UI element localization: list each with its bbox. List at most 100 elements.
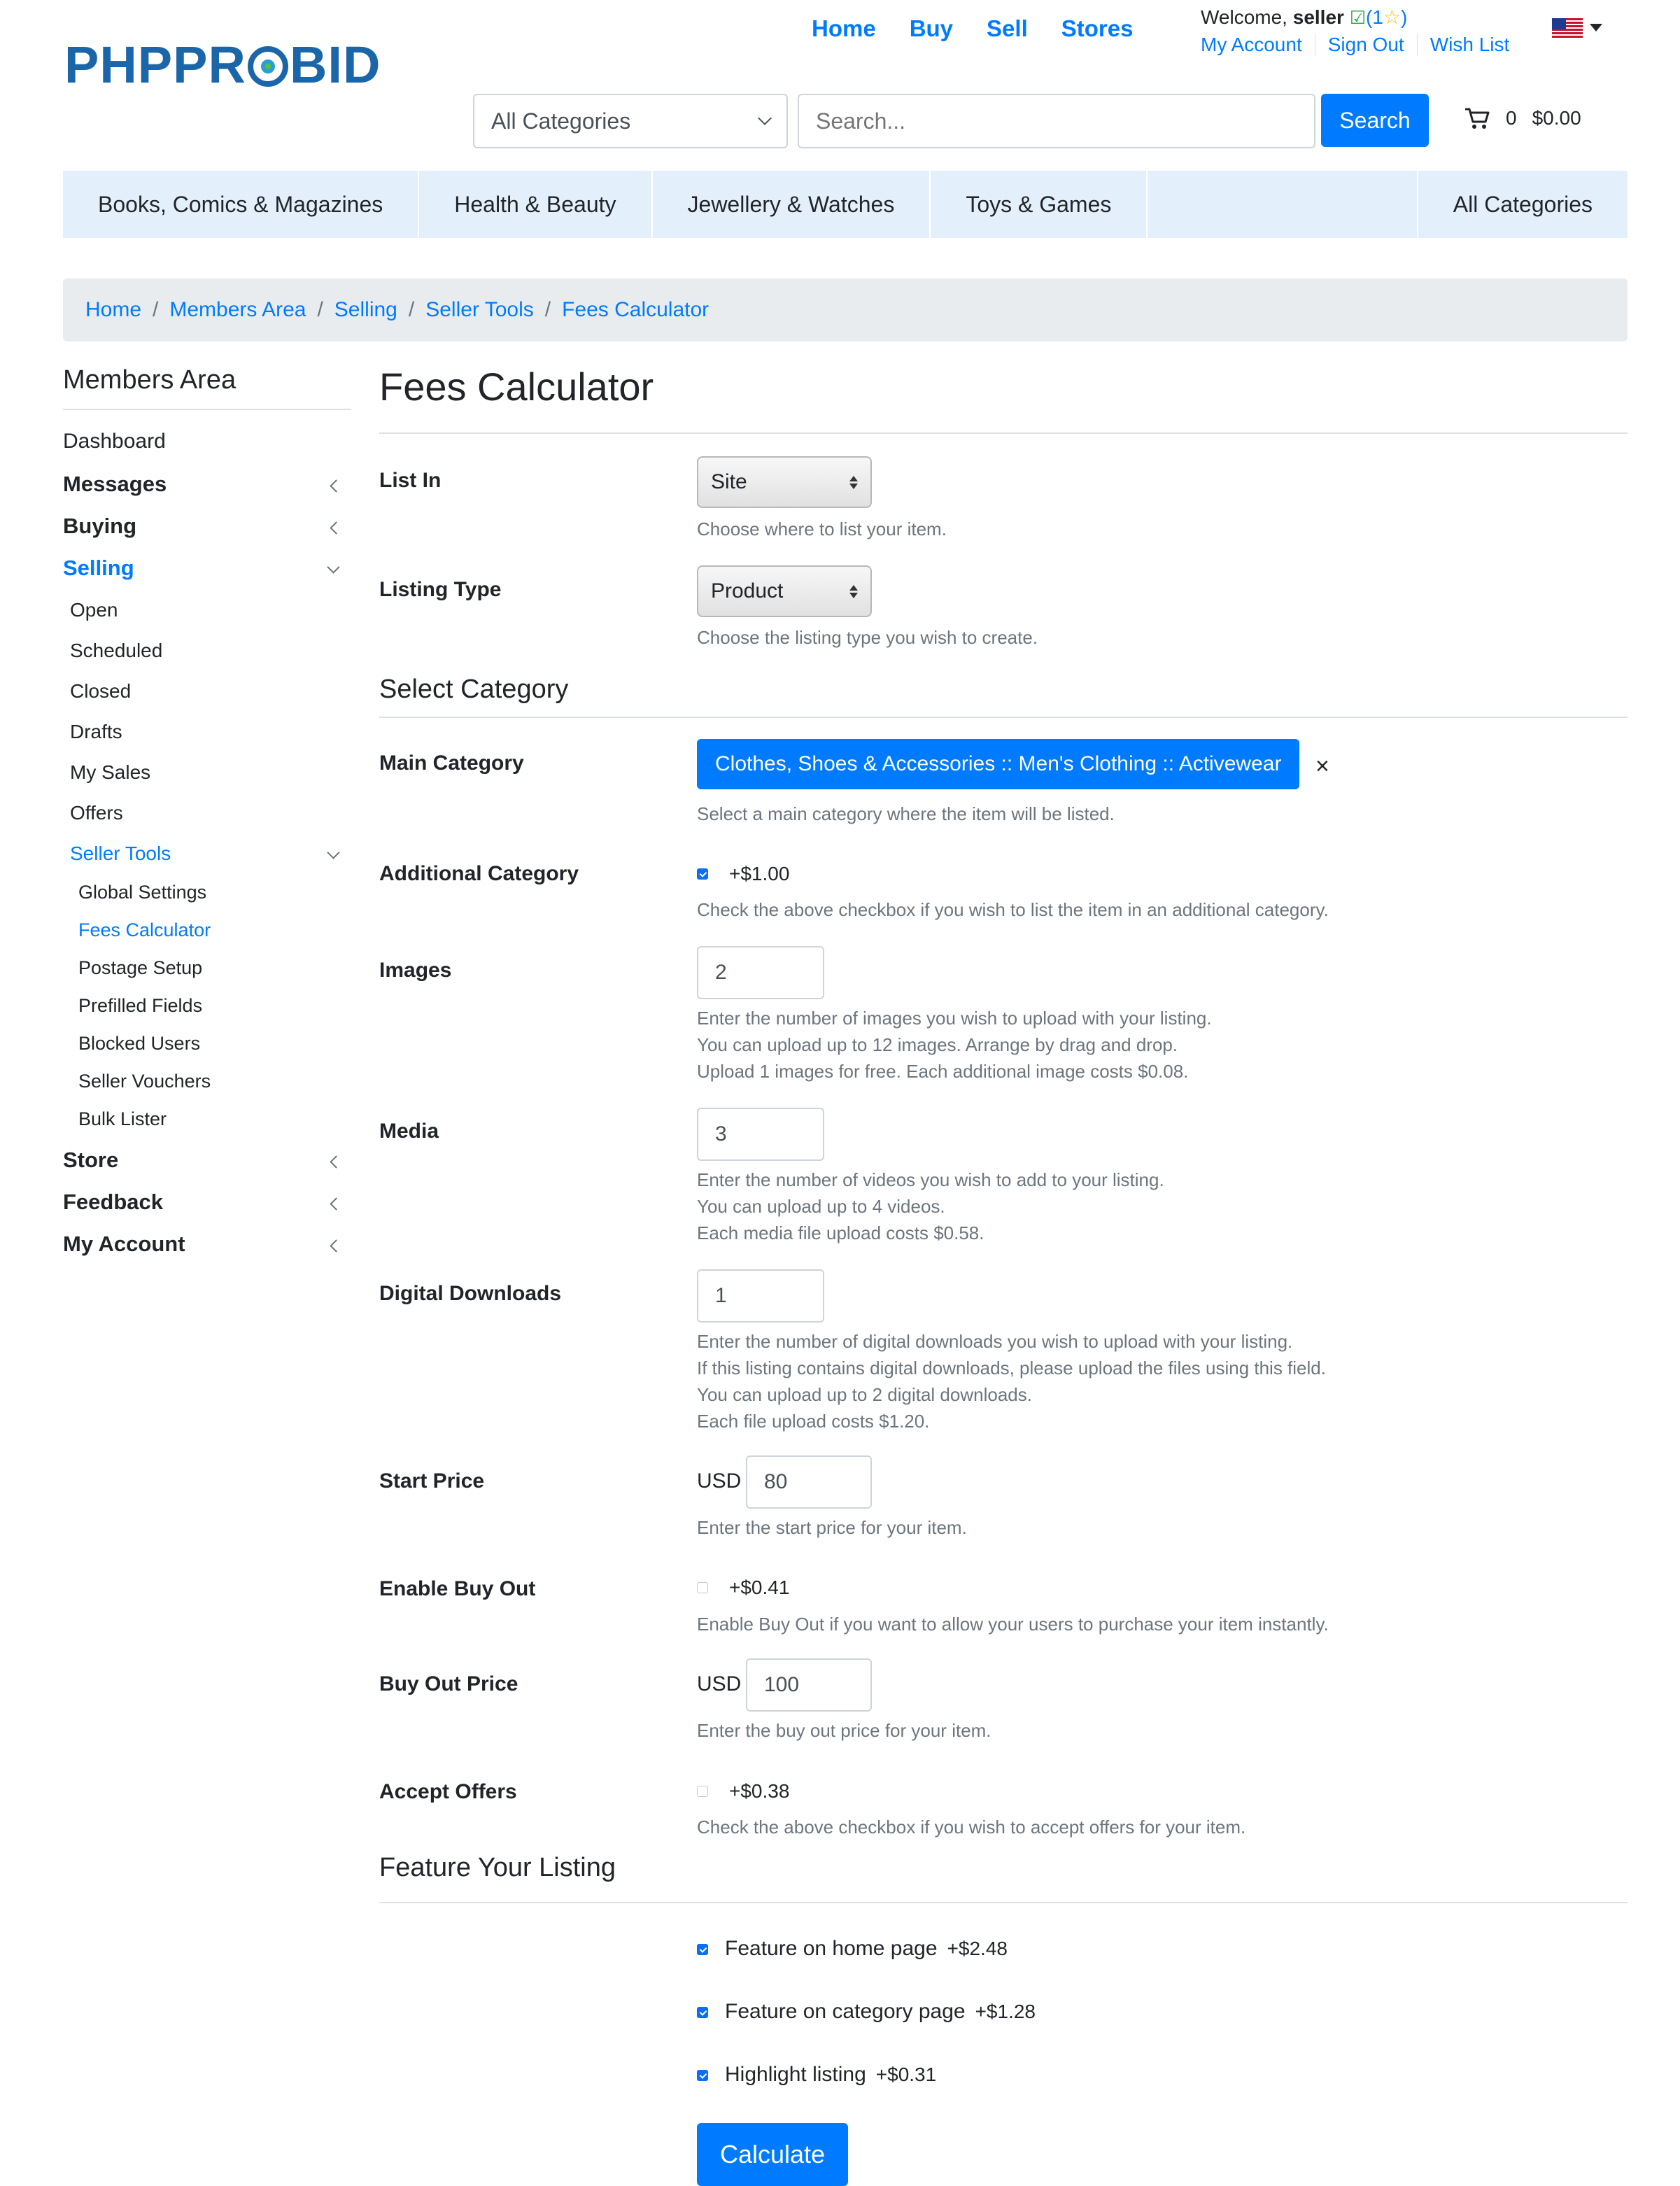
account-links: My Account Sign Out Wish List xyxy=(1201,34,1522,56)
my-account-link[interactable]: My Account xyxy=(1201,34,1302,55)
star-icon: ☆ xyxy=(1383,6,1402,28)
accept-offers-label: Accept Offers xyxy=(379,1780,517,1803)
language-caret-icon[interactable] xyxy=(1590,24,1602,31)
nav-buy[interactable]: Buy xyxy=(910,15,953,42)
accept-offers-fee: +$0.38 xyxy=(729,1780,790,1802)
breadcrumb-home[interactable]: Home xyxy=(85,298,141,322)
sidebar-item-feedback[interactable]: Feedback xyxy=(63,1190,163,1215)
logo-target-icon xyxy=(247,46,288,87)
search-category-select[interactable]: All Categories xyxy=(473,94,788,148)
cart-total: $0.00 xyxy=(1532,107,1581,129)
cart[interactable]: 0 $0.00 xyxy=(1464,106,1581,130)
images-input[interactable] xyxy=(697,946,824,999)
wish-list-link[interactable]: Wish List xyxy=(1430,34,1510,55)
site-logo[interactable]: PHPPR BID xyxy=(64,39,381,91)
media-label: Media xyxy=(379,1120,439,1143)
sidebar-item-offers[interactable]: Offers xyxy=(70,802,123,824)
sidebar-item-seller-vouchers[interactable]: Seller Vouchers xyxy=(78,1071,211,1092)
enable-buy-out-help: Enable Buy Out if you want to allow your… xyxy=(697,1614,1329,1635)
sidebar-divider xyxy=(63,409,351,410)
list-in-select[interactable]: Site xyxy=(697,456,872,508)
nav-sell[interactable]: Sell xyxy=(987,15,1028,42)
highlight-option[interactable]: Highlight listing +$0.31 xyxy=(725,2063,936,2087)
buy-out-price-currency: USD xyxy=(697,1672,742,1695)
chevron-down-icon[interactable] xyxy=(327,560,340,574)
accept-offers-checkbox[interactable] xyxy=(697,1786,708,1797)
sidebar-item-buying[interactable]: Buying xyxy=(63,514,136,539)
feature-home-checkbox[interactable] xyxy=(697,1944,708,1955)
select-arrows-icon xyxy=(849,584,858,598)
feature-category-checkbox[interactable] xyxy=(697,2007,708,2018)
sidebar-item-my-sales[interactable]: My Sales xyxy=(70,761,150,784)
feature-category-option[interactable]: Feature on category page +$1.28 xyxy=(725,2000,1036,2024)
highlight-checkbox[interactable] xyxy=(697,2070,708,2081)
chevron-left-icon[interactable] xyxy=(330,479,343,493)
sidebar-item-dashboard[interactable]: Dashboard xyxy=(63,430,166,453)
chevron-left-icon[interactable] xyxy=(330,521,343,535)
additional-category-label: Additional Category xyxy=(379,862,579,885)
digital-downloads-label: Digital Downloads xyxy=(379,1282,562,1305)
category-books[interactable]: Books, Comics & Magazines xyxy=(63,171,420,238)
calculate-button[interactable]: Calculate xyxy=(697,2123,848,2186)
sidebar-item-closed[interactable]: Closed xyxy=(70,680,131,703)
chevron-left-icon[interactable] xyxy=(330,1239,343,1253)
sidebar-item-my-account[interactable]: My Account xyxy=(63,1232,185,1257)
buy-out-price-input[interactable] xyxy=(746,1658,872,1712)
sidebar-item-global-settings[interactable]: Global Settings xyxy=(78,882,206,903)
listing-type-help: Choose the listing type you wish to crea… xyxy=(697,627,1038,648)
sidebar-item-messages[interactable]: Messages xyxy=(63,472,167,497)
chevron-down-icon[interactable] xyxy=(327,846,340,859)
cart-icon xyxy=(1465,108,1490,129)
start-price-input[interactable] xyxy=(746,1455,872,1509)
nav-home[interactable]: Home xyxy=(812,15,876,42)
start-price-label: Start Price xyxy=(379,1469,485,1493)
main-category-label: Main Category xyxy=(379,752,524,775)
sidebar-item-postage-setup[interactable]: Postage Setup xyxy=(78,957,202,979)
listing-type-label: Listing Type xyxy=(379,578,502,601)
listing-type-select[interactable]: Product xyxy=(697,565,872,617)
main-category-button[interactable]: Clothes, Shoes & Accessories :: Men's Cl… xyxy=(697,739,1300,789)
nav-stores[interactable]: Stores xyxy=(1061,15,1134,42)
remove-category-icon[interactable]: × xyxy=(1315,753,1329,780)
sidebar-item-open[interactable]: Open xyxy=(70,599,118,621)
feature-home-option[interactable]: Feature on home page +$2.48 xyxy=(725,1937,1008,1961)
enable-buy-out-fee: +$0.41 xyxy=(729,1577,790,1598)
additional-category-checkbox[interactable] xyxy=(697,868,708,880)
media-input[interactable] xyxy=(697,1108,824,1161)
cart-count: 0 xyxy=(1506,107,1517,129)
chevron-left-icon[interactable] xyxy=(330,1197,343,1211)
breadcrumb-seller-tools[interactable]: Seller Tools xyxy=(425,298,534,322)
sidebar-item-drafts[interactable]: Drafts xyxy=(70,721,122,743)
breadcrumb-fees-calculator[interactable]: Fees Calculator xyxy=(562,298,709,322)
sidebar-item-bulk-lister[interactable]: Bulk Lister xyxy=(78,1108,167,1130)
buy-out-price-help: Enter the buy out price for your item. xyxy=(697,1720,991,1741)
chevron-left-icon[interactable] xyxy=(330,1155,343,1169)
username[interactable]: seller xyxy=(1293,6,1344,28)
category-all[interactable]: All Categories xyxy=(1418,171,1628,238)
select-arrows-icon xyxy=(849,475,858,489)
digital-downloads-input[interactable] xyxy=(697,1269,824,1323)
sidebar-item-prefilled-fields[interactable]: Prefilled Fields xyxy=(78,995,202,1017)
category-jewellery-watches[interactable]: Jewellery & Watches xyxy=(653,171,931,238)
top-nav: Home Buy Sell Stores xyxy=(812,15,1133,42)
breadcrumb: Home / Members Area / Selling / Seller Tool… xyxy=(63,278,1628,341)
images-label: Images xyxy=(379,959,452,982)
breadcrumb-selling[interactable]: Selling xyxy=(334,298,397,322)
list-in-label: List In xyxy=(379,469,442,492)
sidebar-item-scheduled[interactable]: Scheduled xyxy=(70,640,162,662)
category-bar-spacer xyxy=(1148,171,1418,238)
us-flag-icon[interactable] xyxy=(1552,18,1583,39)
sign-out-link[interactable]: Sign Out xyxy=(1328,34,1404,55)
enable-buy-out-checkbox[interactable] xyxy=(697,1582,708,1593)
search-input[interactable] xyxy=(798,94,1315,148)
category-toys-games[interactable]: Toys & Games xyxy=(931,171,1148,238)
breadcrumb-members-area[interactable]: Members Area xyxy=(169,298,306,322)
search-button[interactable]: Search xyxy=(1321,94,1429,147)
sidebar-item-seller-tools[interactable]: Seller Tools xyxy=(70,842,171,865)
sidebar-item-blocked-users[interactable]: Blocked Users xyxy=(78,1033,200,1055)
category-health-beauty[interactable]: Health & Beauty xyxy=(419,171,653,238)
sidebar-item-selling[interactable]: Selling xyxy=(63,556,134,581)
digital-downloads-help: Enter the number of digital downloads yo… xyxy=(697,1331,1326,1432)
sidebar-item-store[interactable]: Store xyxy=(63,1148,118,1173)
sidebar-item-fees-calculator[interactable]: Fees Calculator xyxy=(78,919,211,941)
